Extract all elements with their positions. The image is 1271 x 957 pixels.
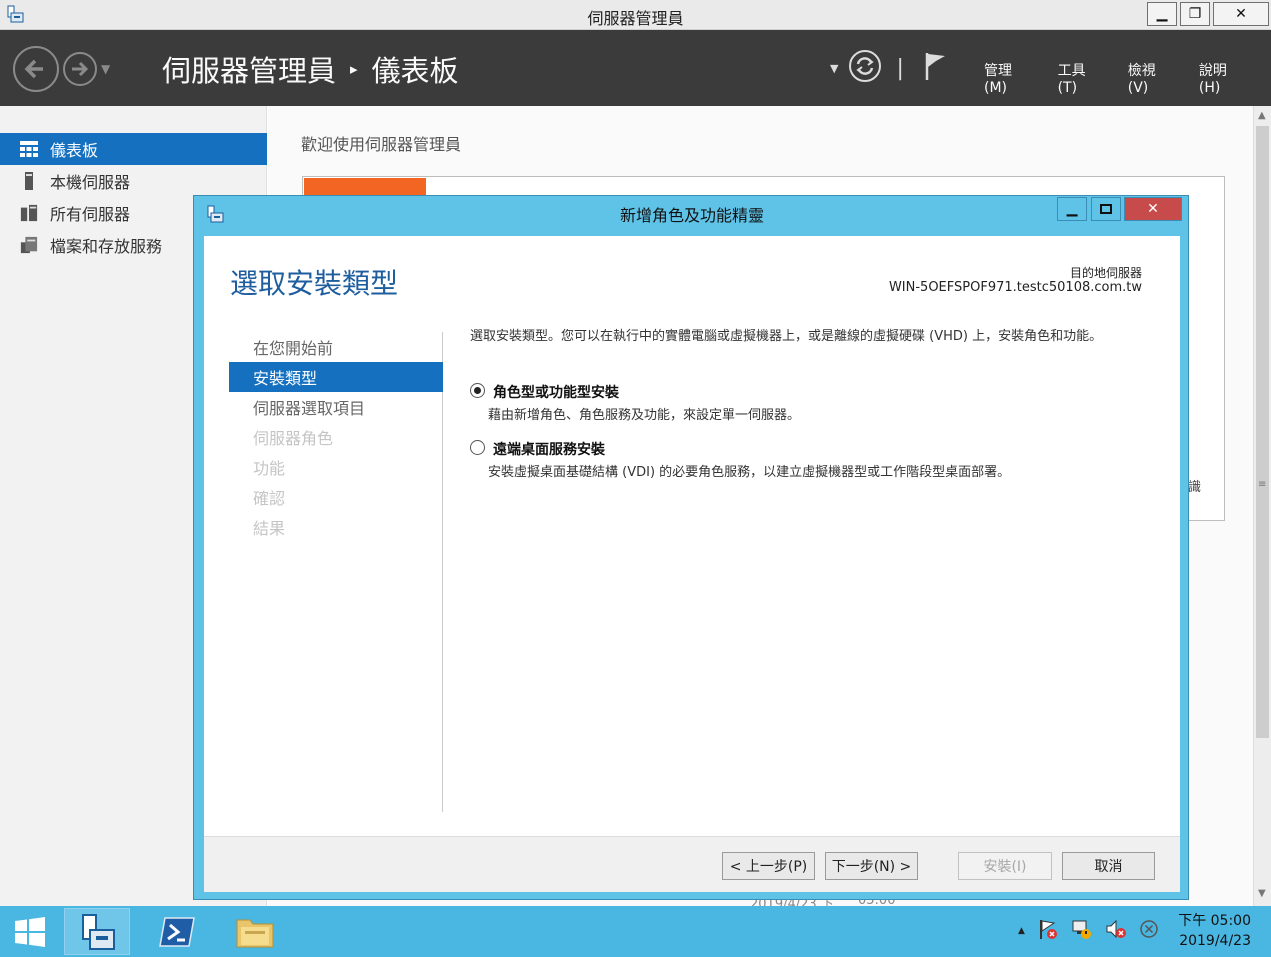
dialog-body: 選取安裝類型 目的地伺服器 WIN-5OEFSPOF971.testc50108… bbox=[204, 236, 1180, 892]
scroll-up-icon[interactable]: ▲ bbox=[1258, 110, 1266, 121]
history-dropdown-icon[interactable]: ▼ bbox=[101, 62, 110, 76]
sidebar-item-label: 儀表板 bbox=[50, 141, 99, 160]
server-manager-icon bbox=[82, 913, 115, 950]
scroll-thumb[interactable] bbox=[1256, 126, 1269, 738]
refresh-icon[interactable] bbox=[848, 49, 882, 87]
sidebar-item-label: 檔案和存放服務 bbox=[50, 237, 163, 256]
action-center-icon[interactable] bbox=[1037, 918, 1059, 944]
option-description: 藉由新增角色、角色服務及功能，來設定單一伺服器。 bbox=[488, 408, 801, 423]
tile-edge-text: 識 bbox=[1188, 480, 1202, 495]
sidebar-item-label: 所有伺服器 bbox=[50, 205, 131, 224]
installation-type-description: 選取安裝類型。您可以在執行中的實體電腦或虛擬機器上，或是離線的虛擬硬碟 (VHD… bbox=[470, 329, 1103, 344]
destination-server-label: 目的地伺服器 bbox=[1069, 266, 1142, 280]
dashboard-icon bbox=[20, 140, 38, 158]
menu-help[interactable]: 說明(H) bbox=[1199, 60, 1247, 96]
breadcrumb-page: 儀表板 bbox=[371, 54, 459, 88]
sidebar-item-local-server[interactable]: 本機伺服器 bbox=[0, 165, 267, 197]
breadcrumb-separator-icon: ▸ bbox=[350, 60, 358, 78]
install-button: 安裝(I) bbox=[958, 852, 1052, 880]
menu-view[interactable]: 檢視(V) bbox=[1128, 60, 1175, 96]
dialog-title: 新增角色及功能精靈 bbox=[619, 206, 764, 225]
step-server-roles: 伺服器角色 bbox=[253, 429, 334, 448]
step-installation-type[interactable]: 安裝類型 bbox=[229, 362, 443, 392]
option-role-based[interactable]: 角色型或功能型安裝 bbox=[470, 382, 619, 402]
windows-logo-icon bbox=[15, 916, 45, 947]
powershell-icon bbox=[159, 916, 195, 947]
taskbar-clock[interactable]: 下午 05:00 2019/4/23 bbox=[1178, 911, 1251, 951]
header-icons: ▼ | bbox=[830, 50, 948, 86]
step-before-you-begin[interactable]: 在您開始前 bbox=[229, 332, 443, 362]
step-results: 結果 bbox=[253, 519, 286, 538]
previous-button[interactable]: < 上一步(P) bbox=[722, 852, 815, 880]
forward-button[interactable] bbox=[63, 52, 97, 86]
scroll-down-icon[interactable]: ▼ bbox=[1258, 888, 1266, 899]
scroll-grip-icon: ≡ bbox=[1258, 479, 1267, 490]
storage-icon bbox=[20, 236, 38, 254]
dialog-minimize-button[interactable]: ▁ bbox=[1057, 197, 1087, 221]
network-icon[interactable] bbox=[1071, 918, 1093, 944]
step-confirmation: 確認 bbox=[253, 489, 286, 508]
welcome-title: 歡迎使用伺服器管理員 bbox=[301, 135, 462, 154]
taskbar: ▲ 下午 05:00 2019/4/23 bbox=[0, 906, 1271, 957]
menu-tools[interactable]: 工具(T) bbox=[1058, 60, 1104, 96]
sidebar-item-label: 本機伺服器 bbox=[50, 173, 131, 192]
clock-date: 2019/4/23 bbox=[1179, 933, 1251, 949]
dialog-maximize-button[interactable] bbox=[1091, 197, 1121, 221]
breadcrumb-app[interactable]: 伺服器管理員 bbox=[162, 48, 336, 90]
clock-time: 下午 05:00 bbox=[1178, 913, 1251, 929]
close-button[interactable]: ✕ bbox=[1213, 2, 1269, 26]
wizard-steps: 在您開始前 安裝類型 伺服器選取項目 伺服器角色 功能 確認 結果 bbox=[229, 332, 443, 812]
system-tray: ▲ bbox=[1018, 918, 1159, 944]
taskbar-server-manager[interactable] bbox=[64, 908, 130, 955]
option-remote-desktop[interactable]: 遠端桌面服務安裝 bbox=[470, 439, 605, 459]
divider: | bbox=[896, 55, 904, 81]
vertical-scrollbar[interactable]: ▲ ≡ ▼ bbox=[1253, 106, 1271, 906]
window-titlebar: 伺服器管理員 ▁ ❐ ✕ bbox=[0, 0, 1271, 30]
option-description: 安裝虛擬桌面基礎結構 (VDI) 的必要角色服務，以建立虛擬機器型或工作階段型桌… bbox=[488, 465, 1011, 480]
option-title: 遠端桌面服務安裝 bbox=[493, 442, 605, 458]
forward-arrow-icon bbox=[72, 61, 89, 77]
dropdown-icon[interactable]: ▼ bbox=[830, 62, 838, 75]
dialog-heading: 選取安裝類型 bbox=[230, 267, 399, 300]
cancel-button[interactable]: 取消 bbox=[1062, 852, 1155, 880]
back-arrow-icon bbox=[24, 59, 43, 79]
sidebar-item-dashboard[interactable]: 儀表板 bbox=[0, 133, 267, 165]
add-roles-wizard-dialog: 新增角色及功能精靈 ▁ ✕ 選取安裝類型 目的地伺服器 WIN-5OEFSPOF… bbox=[193, 195, 1189, 900]
volume-icon[interactable] bbox=[1105, 918, 1127, 944]
close-circle-icon[interactable] bbox=[1139, 919, 1159, 943]
notification-flag-icon[interactable] bbox=[924, 51, 948, 85]
back-button[interactable] bbox=[13, 46, 59, 92]
step-features: 功能 bbox=[253, 459, 286, 478]
app-header: ▼ 伺服器管理員 ▸ 儀表板 ▼ | 管理(M) 工具(T) 檢視(V) 說明(… bbox=[0, 30, 1271, 106]
server-icon bbox=[20, 172, 38, 190]
folder-icon bbox=[236, 919, 274, 947]
remote-desktop-radio[interactable] bbox=[470, 440, 485, 455]
menu-manage[interactable]: 管理(M) bbox=[984, 60, 1034, 96]
servers-icon bbox=[20, 204, 38, 222]
header-menu: 管理(M) 工具(T) 檢視(V) 說明(H) bbox=[984, 60, 1271, 96]
restore-button[interactable]: ❐ bbox=[1180, 2, 1210, 26]
option-title: 角色型或功能型安裝 bbox=[493, 385, 619, 401]
role-based-radio[interactable] bbox=[470, 383, 485, 398]
window-title: 伺服器管理員 bbox=[587, 9, 684, 28]
start-button[interactable] bbox=[0, 908, 60, 955]
tray-expand-icon[interactable]: ▲ bbox=[1018, 926, 1025, 936]
wizard-content: 選取安裝類型。您可以在執行中的實體電腦或虛擬機器上，或是離線的虛擬硬碟 (VHD… bbox=[470, 328, 1160, 480]
destination-server-value: WIN-5OEFSPOF971.testc50108.com.tw bbox=[888, 280, 1142, 295]
breadcrumb: 伺服器管理員 ▸ 儀表板 bbox=[162, 48, 459, 90]
step-server-selection[interactable]: 伺服器選取項目 bbox=[229, 392, 443, 422]
dialog-footer: < 上一步(P) 下一步(N) > 安裝(I) 取消 bbox=[204, 836, 1180, 892]
maximize-icon bbox=[1100, 204, 1112, 214]
taskbar-powershell[interactable] bbox=[142, 908, 212, 955]
next-button[interactable]: 下一步(N) > bbox=[825, 852, 918, 880]
taskbar-file-explorer[interactable] bbox=[220, 908, 290, 955]
dialog-close-button[interactable]: ✕ bbox=[1124, 197, 1182, 221]
minimize-button[interactable]: ▁ bbox=[1147, 2, 1177, 26]
